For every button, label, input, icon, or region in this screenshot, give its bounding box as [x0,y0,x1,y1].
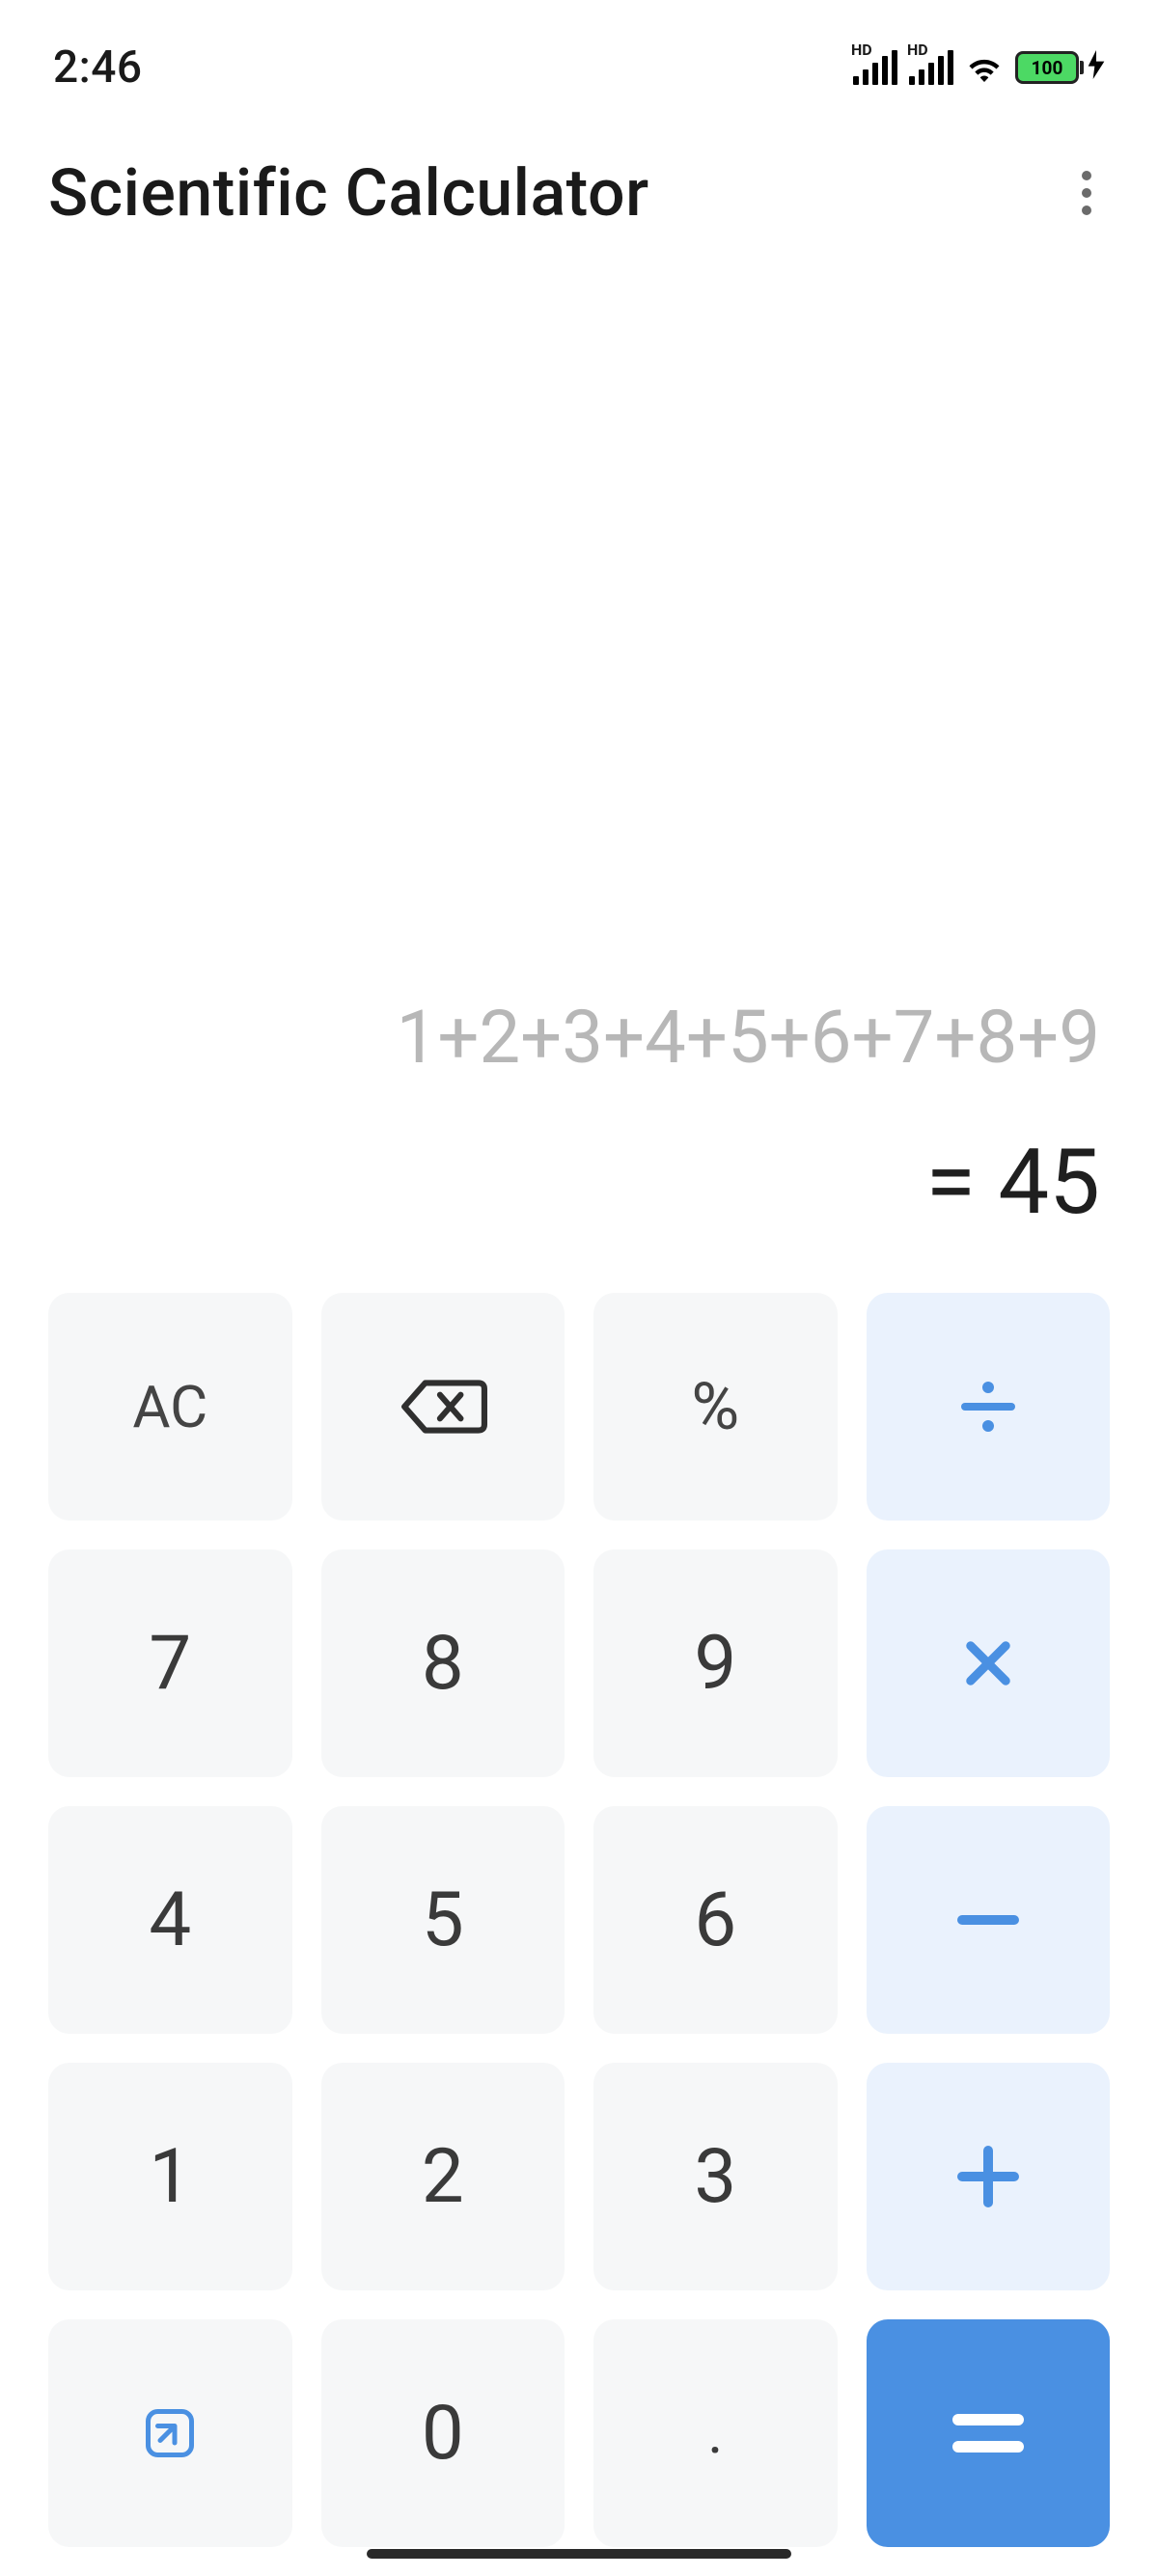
digit-4-button[interactable]: 4 [48,1806,292,2034]
signal-1-icon: HD [853,50,897,85]
digit-label: 6 [694,1877,736,1964]
status-bar: 2:46 HD HD 100 [0,0,1158,96]
calculator-display: 1+2+3+4+5+6+7+8+9 = 45 [0,232,1158,1235]
status-time: 2:46 [53,41,143,94]
digit-3-button[interactable]: 3 [593,2063,838,2290]
page-title: Scientific Calculator [48,154,649,232]
digit-6-button[interactable]: 6 [593,1806,838,2034]
signal-1-hd-label: HD [851,41,872,59]
digit-label: 7 [149,1620,191,1708]
backspace-icon [399,1377,487,1437]
expand-scientific-button[interactable] [48,2319,292,2547]
backspace-button[interactable] [321,1293,565,1521]
clear-label: AC [132,1373,207,1441]
decimal-button[interactable]: . [593,2319,838,2547]
digit-label: 2 [422,2133,464,2221]
more-options-button[interactable] [1063,170,1110,216]
digit-label: 0 [422,2390,464,2478]
digit-label: 8 [422,1620,464,1708]
digit-5-button[interactable]: 5 [321,1806,565,2034]
multiply-button[interactable] [867,1549,1111,1777]
decimal-label: . [707,2422,723,2445]
digit-label: 5 [422,1877,464,1964]
plus-icon [957,2146,1019,2207]
signal-2-icon: HD [909,50,953,85]
kebab-dot-icon [1082,171,1091,180]
kebab-dot-icon [1082,206,1091,215]
divide-button[interactable] [867,1293,1111,1521]
expression-text[interactable]: 1+2+3+4+5+6+7+8+9 [397,994,1100,1081]
equals-icon [952,2414,1024,2453]
percent-button[interactable]: % [593,1293,838,1521]
multiply-icon [963,1638,1013,1688]
digit-label: 9 [694,1620,736,1708]
percent-label: % [691,1368,739,1445]
signal-2-hd-label: HD [907,41,928,59]
divide-icon [961,1382,1015,1432]
digit-label: 1 [149,2133,191,2221]
battery-icon: 100 [1015,50,1105,86]
app-header: Scientific Calculator [0,96,1158,232]
clear-button[interactable]: AC [48,1293,292,1521]
home-indicator[interactable] [367,2549,791,2559]
equals-button[interactable] [867,2319,1111,2547]
digit-2-button[interactable]: 2 [321,2063,565,2290]
digit-label: 4 [149,1877,191,1964]
charging-icon [1088,50,1105,86]
expand-icon [141,2404,199,2462]
digit-label: 3 [694,2133,736,2221]
status-right: HD HD 100 [853,50,1105,86]
keypad: AC % 7 8 9 4 5 6 1 2 3 [0,1235,1158,2576]
result-text: = 45 [925,1129,1100,1235]
add-button[interactable] [867,2063,1111,2290]
digit-7-button[interactable]: 7 [48,1549,292,1777]
wifi-icon [965,51,1004,84]
digit-8-button[interactable]: 8 [321,1549,565,1777]
minus-icon [957,1915,1019,1925]
subtract-button[interactable] [867,1806,1111,2034]
digit-0-button[interactable]: 0 [321,2319,565,2547]
kebab-dot-icon [1082,188,1091,198]
digit-9-button[interactable]: 9 [593,1549,838,1777]
battery-percent: 100 [1032,57,1063,79]
digit-1-button[interactable]: 1 [48,2063,292,2290]
